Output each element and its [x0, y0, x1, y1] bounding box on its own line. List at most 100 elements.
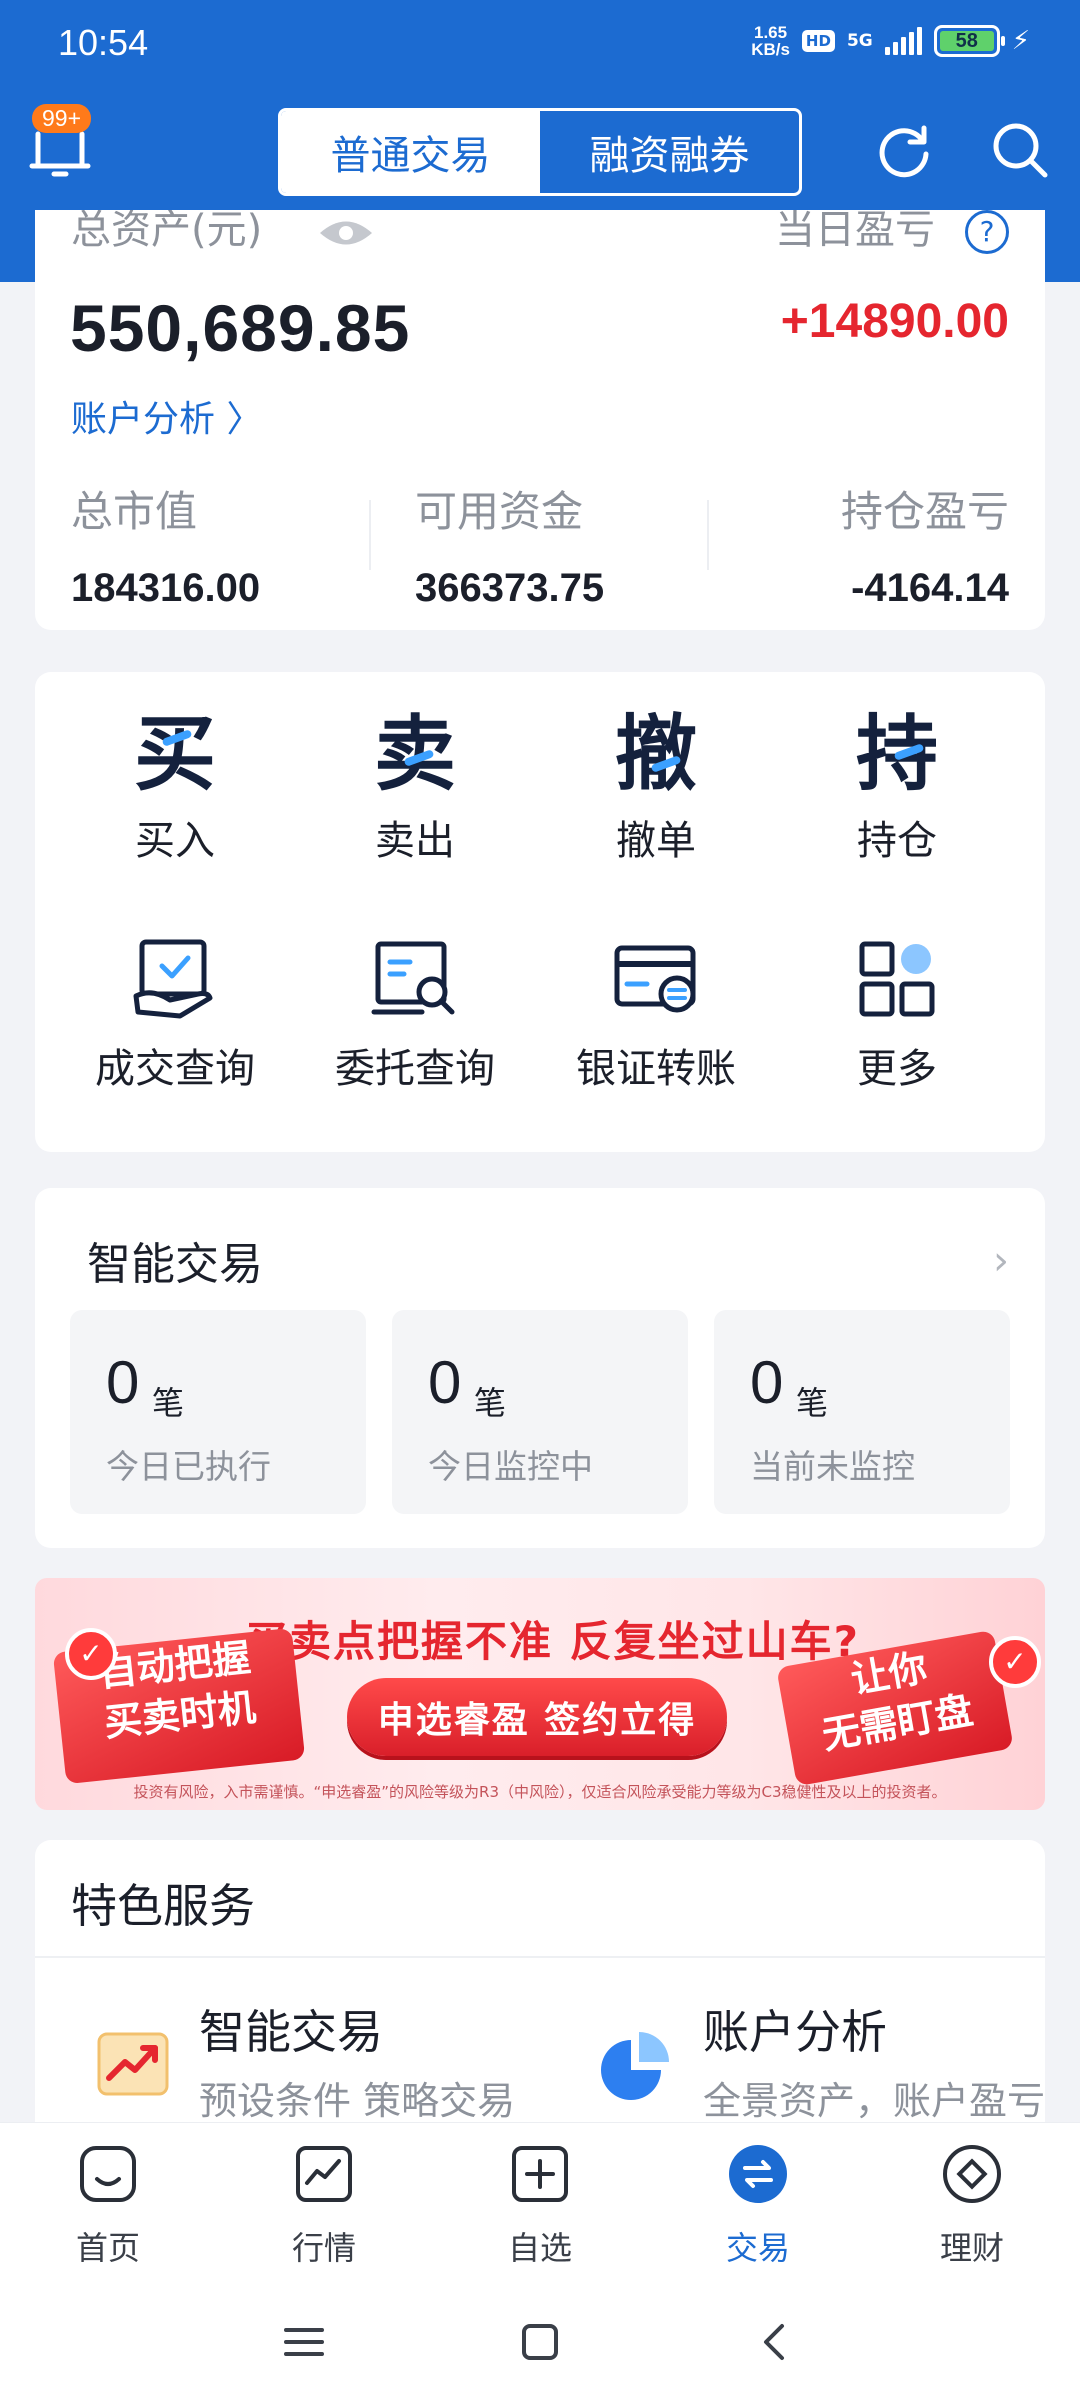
executed-desc: 今日已执行	[106, 1447, 271, 1486]
bank-transfer-button[interactable]: 银证转账	[556, 934, 756, 1094]
trade-icon	[729, 2145, 787, 2203]
pie-chart-icon	[601, 2032, 669, 2100]
tab-margin-trade[interactable]: 融资融券	[540, 111, 799, 193]
chevron-right-icon[interactable]: ›	[993, 1238, 1009, 1284]
smart-trade-title: 智能交易	[87, 1239, 263, 1290]
not-monitored-count: 0	[750, 1349, 784, 1416]
executed-count: 0	[106, 1349, 140, 1416]
deal-query-icon	[133, 939, 213, 1019]
nav-watchlist[interactable]: 自选	[470, 2143, 610, 2269]
account-analysis-link[interactable]: 账户分析 〉	[71, 390, 262, 442]
bottom-nav: 首页 行情 自选 交易 理财	[0, 2122, 1080, 2282]
home-icon	[80, 2146, 136, 2202]
service-account-analysis-title: 账户分析	[703, 2005, 887, 2059]
total-asset-value: 550,689.85	[70, 291, 411, 365]
monitoring-unit: 笔	[474, 1384, 507, 1422]
bolt-icon: ⚡	[1011, 26, 1030, 56]
divider	[369, 500, 371, 570]
back-icon[interactable]	[746, 2312, 806, 2372]
home-square-icon[interactable]	[510, 2312, 570, 2372]
executed-unit: 笔	[152, 1384, 185, 1422]
trade-actions-card: 买 买入 卖 卖出 撤 撤单 持 持仓 成交查询 委托查询 银证转账 更多	[35, 672, 1045, 1152]
sell-button[interactable]: 卖 卖出	[315, 710, 515, 866]
divider	[35, 1956, 1045, 1958]
buy-icon: 买	[133, 707, 216, 802]
status-bar: 10:54 1.65 KB/s HD 5G 58 ⚡	[0, 0, 1080, 90]
special-services-title: 特色服务	[71, 1879, 255, 1933]
promo-banner[interactable]: 买卖点把握不准 反复坐过山车? 申选睿盈 签约立得 自动把握 买卖时机 ✓ 让你…	[35, 1578, 1045, 1810]
deal-query-button[interactable]: 成交查询	[75, 934, 275, 1094]
network-speed: 1.65 KB/s	[751, 23, 790, 59]
more-label: 更多	[857, 1046, 937, 1092]
monitoring-today-box[interactable]: 0 笔 今日监控中	[392, 1310, 688, 1514]
network-type: 5G	[846, 31, 873, 51]
system-nav-bar	[0, 2282, 1080, 2400]
nav-wealth[interactable]: 理财	[902, 2143, 1042, 2269]
battery-level: 58	[939, 30, 994, 52]
battery-icon: 58	[933, 25, 1005, 57]
tab-normal-trade[interactable]: 普通交易	[281, 111, 540, 193]
nav-market[interactable]: 行情	[254, 2143, 394, 2269]
banner-disclaimer: 投资有风险，入市需谨慎。“申选睿盈”的风险等级为R3（中风险），仅适合风险承受能…	[133, 1783, 947, 1801]
order-query-button[interactable]: 委托查询	[315, 934, 515, 1094]
cancel-order-icon: 撤	[614, 707, 697, 802]
smart-trade-card[interactable]: 智能交易 › 0 笔 今日已执行 0 笔 今日监控中 0 笔 当前未监控	[35, 1188, 1045, 1548]
today-pnl-value: +14890.00	[780, 295, 1009, 348]
asset-summary-card: 总资产(元) 当日盈亏 ? 550,689.85 +14890.00 账户分析 …	[35, 210, 1045, 630]
order-query-label: 委托查询	[335, 1046, 495, 1092]
watchlist-icon	[512, 2146, 568, 2202]
divider	[707, 500, 709, 570]
sell-label: 卖出	[375, 818, 455, 864]
total-asset-label: 总资产(元)	[71, 210, 263, 253]
not-monitored-desc: 当前未监控	[750, 1447, 915, 1486]
more-button[interactable]: 更多	[797, 934, 997, 1094]
deal-query-label: 成交查询	[95, 1046, 255, 1092]
today-pnl-label: 当日盈亏	[775, 210, 935, 253]
menu-icon[interactable]	[274, 2312, 334, 2372]
eye-icon[interactable]	[318, 218, 374, 248]
market-value: 184316.00	[71, 566, 261, 610]
buy-label: 买入	[135, 818, 215, 864]
notification-badge: 99+	[32, 104, 92, 133]
more-grid-icon	[859, 941, 935, 1017]
search-icon[interactable]	[990, 120, 1050, 180]
check-icon: ✓	[65, 1628, 117, 1680]
bank-transfer-icon	[614, 945, 696, 1013]
special-services-card: 特色服务 智能交易 预设条件 策略交易 账户分析 全景资产，账户盈亏	[35, 1840, 1045, 2170]
banner-headline: 买卖点把握不准 反复坐过山车?	[245, 1617, 860, 1666]
wealth-icon	[943, 2145, 1001, 2203]
not-monitored-box[interactable]: 0 笔 当前未监控	[714, 1310, 1010, 1514]
executed-today-box[interactable]: 0 笔 今日已执行	[70, 1310, 366, 1514]
status-indicators: 1.65 KB/s HD 5G 58 ⚡	[751, 24, 1030, 58]
trade-mode-switch: 普通交易 融资融券	[278, 108, 802, 196]
service-smart-trade-title: 智能交易	[199, 2005, 383, 2059]
nav-home[interactable]: 首页	[38, 2143, 178, 2269]
available-funds-value: 366373.75	[415, 566, 605, 610]
chart-trend-icon	[97, 2032, 169, 2096]
not-monitored-unit: 笔	[796, 1384, 829, 1422]
positions-button[interactable]: 持 持仓	[797, 710, 997, 866]
cancel-order-button[interactable]: 撤 撤单	[556, 710, 756, 866]
help-icon[interactable]: ?	[965, 210, 1009, 254]
positions-icon: 持	[855, 707, 938, 802]
signal-icon	[884, 27, 922, 55]
market-icon	[296, 2146, 352, 2202]
refresh-icon[interactable]	[874, 120, 934, 180]
position-pnl-label: 持仓盈亏	[840, 487, 1009, 536]
check-icon: ✓	[989, 1636, 1041, 1688]
banner-cta-button[interactable]: 申选睿盈 签约立得	[347, 1678, 727, 1756]
status-time: 10:54	[58, 22, 149, 63]
service-account-analysis-desc: 全景资产，账户盈亏	[703, 2079, 1046, 2123]
position-pnl-value: -4164.14	[851, 566, 1009, 610]
bank-transfer-label: 银证转账	[576, 1046, 736, 1092]
cancel-order-label: 撤单	[616, 818, 696, 864]
available-funds-label: 可用资金	[415, 487, 584, 536]
positions-label: 持仓	[857, 818, 937, 864]
monitoring-desc: 今日监控中	[428, 1447, 593, 1486]
buy-button[interactable]: 买 买入	[75, 710, 275, 866]
order-query-icon	[371, 941, 455, 1015]
hd-icon: HD	[801, 30, 835, 52]
market-value-label: 总市值	[71, 487, 198, 536]
monitoring-count: 0	[428, 1349, 462, 1416]
nav-trade[interactable]: 交易	[688, 2143, 828, 2269]
